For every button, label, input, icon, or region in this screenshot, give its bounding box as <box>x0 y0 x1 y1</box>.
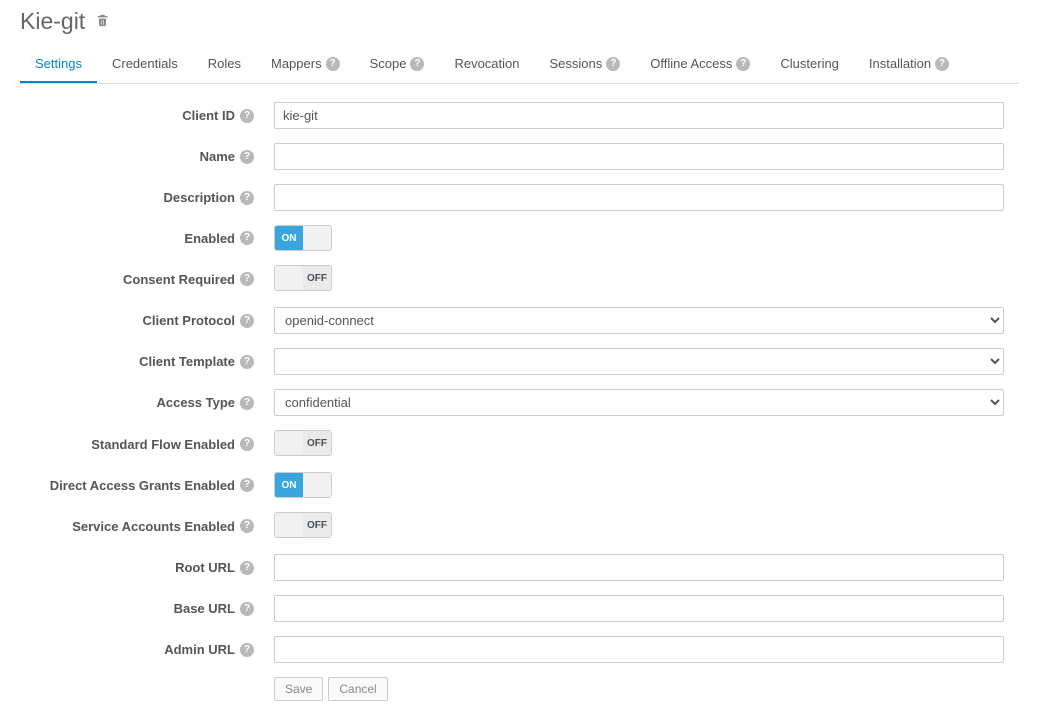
description-input[interactable] <box>274 184 1004 211</box>
trash-icon[interactable] <box>95 13 110 31</box>
tab-installation[interactable]: Installation? <box>854 47 964 83</box>
tab-offline-access[interactable]: Offline Access? <box>635 47 765 83</box>
help-icon[interactable]: ? <box>240 314 254 328</box>
help-icon[interactable]: ? <box>606 57 620 71</box>
help-icon[interactable]: ? <box>240 437 254 451</box>
standard-flow-toggle[interactable]: OFF <box>274 430 332 456</box>
help-icon[interactable]: ? <box>240 150 254 164</box>
help-icon[interactable]: ? <box>326 57 340 71</box>
client-protocol-select[interactable]: openid-connect <box>274 307 1004 334</box>
name-label: Name? <box>20 149 274 164</box>
description-label: Description? <box>20 190 274 205</box>
toggle-off-label: OFF <box>303 431 331 455</box>
enabled-label: Enabled? <box>20 231 274 246</box>
service-accounts-toggle[interactable]: OFF <box>274 512 332 538</box>
standard-flow-label: Standard Flow Enabled? <box>20 437 274 452</box>
consent-required-label: Consent Required? <box>20 272 274 287</box>
client-protocol-label: Client Protocol? <box>20 313 274 328</box>
name-input[interactable] <box>274 143 1004 170</box>
tab-label: Roles <box>208 56 241 71</box>
direct-grants-label: Direct Access Grants Enabled? <box>20 478 274 493</box>
tab-revocation[interactable]: Revocation <box>439 47 534 83</box>
client-template-select[interactable] <box>274 348 1004 375</box>
client-template-label: Client Template? <box>20 354 274 369</box>
tab-label: Mappers <box>271 56 322 71</box>
help-icon[interactable]: ? <box>935 57 949 71</box>
help-icon[interactable]: ? <box>240 396 254 410</box>
help-icon[interactable]: ? <box>240 519 254 533</box>
cancel-button[interactable]: Cancel <box>328 677 387 701</box>
tab-label: Scope <box>370 56 407 71</box>
tab-label: Credentials <box>112 56 178 71</box>
tab-label: Clustering <box>780 56 839 71</box>
consent-required-toggle[interactable]: OFF <box>274 265 332 291</box>
admin-url-input[interactable] <box>274 636 1004 663</box>
save-button[interactable]: Save <box>274 677 323 701</box>
tab-sessions[interactable]: Sessions? <box>535 47 636 83</box>
access-type-select[interactable]: confidential <box>274 389 1004 416</box>
enabled-toggle[interactable]: ON <box>274 225 332 251</box>
settings-form: Client ID? Name? Description? Enabled? O… <box>20 102 1019 701</box>
tab-label: Settings <box>35 56 82 71</box>
tab-settings[interactable]: Settings <box>20 47 97 83</box>
tab-label: Sessions <box>550 56 603 71</box>
toggle-on-label: ON <box>275 473 303 497</box>
help-icon[interactable]: ? <box>240 643 254 657</box>
tab-scope[interactable]: Scope? <box>355 47 440 83</box>
tab-clustering[interactable]: Clustering <box>765 47 854 83</box>
help-icon[interactable]: ? <box>240 109 254 123</box>
tab-label: Revocation <box>454 56 519 71</box>
help-icon[interactable]: ? <box>240 561 254 575</box>
access-type-label: Access Type? <box>20 395 274 410</box>
toggle-off-label: OFF <box>303 266 331 290</box>
client-id-input[interactable] <box>274 102 1004 129</box>
help-icon[interactable]: ? <box>240 191 254 205</box>
tab-credentials[interactable]: Credentials <box>97 47 193 83</box>
base-url-input[interactable] <box>274 595 1004 622</box>
tab-label: Offline Access <box>650 56 732 71</box>
help-icon[interactable]: ? <box>240 478 254 492</box>
tab-roles[interactable]: Roles <box>193 47 256 83</box>
tabs: SettingsCredentialsRolesMappers?Scope?Re… <box>20 47 1019 84</box>
base-url-label: Base URL? <box>20 601 274 616</box>
toggle-off-label: OFF <box>303 513 331 537</box>
help-icon[interactable]: ? <box>410 57 424 71</box>
direct-grants-toggle[interactable]: ON <box>274 472 332 498</box>
service-accounts-label: Service Accounts Enabled? <box>20 519 274 534</box>
page-title: Kie-git <box>20 8 85 35</box>
page-header: Kie-git <box>20 8 1019 35</box>
tab-mappers[interactable]: Mappers? <box>256 47 355 83</box>
admin-url-label: Admin URL? <box>20 642 274 657</box>
help-icon[interactable]: ? <box>240 602 254 616</box>
client-id-label: Client ID? <box>20 108 274 123</box>
tab-label: Installation <box>869 56 931 71</box>
root-url-label: Root URL? <box>20 560 274 575</box>
help-icon[interactable]: ? <box>240 272 254 286</box>
root-url-input[interactable] <box>274 554 1004 581</box>
help-icon[interactable]: ? <box>736 57 750 71</box>
toggle-on-label: ON <box>275 226 303 250</box>
help-icon[interactable]: ? <box>240 355 254 369</box>
help-icon[interactable]: ? <box>240 231 254 245</box>
